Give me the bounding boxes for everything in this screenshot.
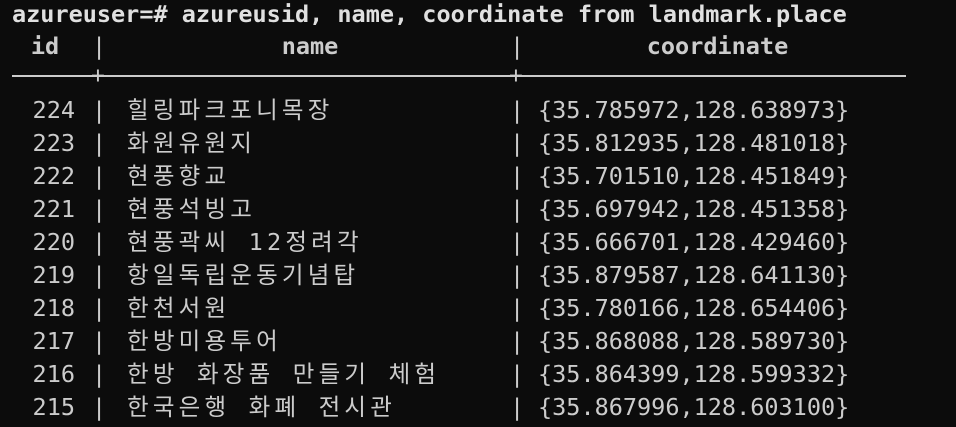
row-id: 215 — [32, 393, 75, 421]
header-row: id | name | coordinate — [0, 30, 956, 63]
row-name: 한천서원 — [127, 294, 231, 322]
row-name: 화원유원지 — [127, 129, 257, 157]
column-separator: | — [510, 32, 525, 60]
row-name: 한국은행 화폐 전시관 — [127, 393, 397, 421]
row-coordinate: {35.785972,128.638973} — [538, 96, 850, 124]
column-separator: | — [510, 228, 525, 256]
column-separator: | — [510, 360, 525, 388]
row-id: 216 — [32, 360, 75, 388]
column-separator: | — [510, 162, 525, 190]
column-separator: | — [510, 96, 525, 124]
table-row: 224 | 힐링파크포니목장 | {35.785972,128.638973} — [0, 94, 956, 127]
row-coordinate: {35.701510,128.451849} — [538, 162, 850, 190]
column-separator: | — [510, 129, 525, 157]
rule-cross: + — [91, 63, 105, 89]
row-name: 현풍석빙고 — [127, 195, 257, 223]
command-line: azureuser=# azureusid, name, coordinate … — [0, 0, 956, 33]
row-name: 현풍향교 — [127, 162, 231, 190]
row-coordinate: {35.812935,128.481018} — [538, 129, 850, 157]
row-name: 한방 화장품 만들기 체험 — [127, 360, 441, 388]
header-coordinate: coordinate — [646, 32, 789, 60]
row-coordinate: {35.780166,128.654406} — [538, 294, 850, 322]
column-separator: | — [92, 261, 107, 289]
row-id: 218 — [32, 294, 75, 322]
column-separator: | — [92, 360, 107, 388]
column-separator: | — [92, 294, 107, 322]
column-separator: | — [510, 294, 525, 322]
table-row: 218 | 한천서원 | {35.780166,128.654406} — [0, 292, 956, 325]
row-coordinate: {35.867996,128.603100} — [538, 393, 850, 421]
command-text: azureuser=# azureusid, name, coordinate … — [12, 0, 847, 28]
row-name: 한방미용투어 — [127, 327, 282, 355]
table-row: 215 | 한국은행 화폐 전시관 | {35.867996,128.603100} — [0, 391, 956, 424]
rule-cross: + — [509, 63, 523, 89]
column-separator: | — [92, 129, 107, 157]
column-separator: | — [92, 228, 107, 256]
column-separator: | — [510, 327, 525, 355]
row-id: 222 — [32, 162, 75, 190]
row-name: 현풍곽씨 12정려각 — [127, 228, 363, 256]
table-row: 219 | 항일독립운동기념탑 | {35.879587,128.641130} — [0, 259, 956, 292]
row-coordinate: {35.697942,128.451358} — [538, 195, 850, 223]
column-separator: | — [510, 195, 525, 223]
row-coordinate: {35.666701,128.429460} — [538, 228, 850, 256]
column-separator: | — [92, 162, 107, 190]
column-separator: | — [92, 32, 107, 60]
header-id: id — [30, 32, 60, 60]
table-row: 222 | 현풍향교 | {35.701510,128.451849} — [0, 160, 956, 193]
table-row: 217 | 한방미용투어 | {35.868088,128.589730} — [0, 325, 956, 358]
table-row: 216 | 한방 화장품 만들기 체험 | {35.864399,128.599332} — [0, 358, 956, 391]
row-coordinate: {35.868088,128.589730} — [538, 327, 850, 355]
row-name: 항일독립운동기념탑 — [127, 261, 360, 289]
column-separator: | — [92, 393, 107, 421]
row-id: 220 — [32, 228, 75, 256]
terminal-window[interactable]: azureuser=# azureusid, name, coordinate … — [0, 0, 956, 427]
row-name: 힐링파크포니목장 — [127, 96, 334, 124]
column-separator: | — [92, 195, 107, 223]
table-row: 223 | 화원유원지 | {35.812935,128.481018} — [0, 127, 956, 160]
column-separator: | — [92, 96, 107, 124]
table-row: 221 | 현풍석빙고 | {35.697942,128.451358} — [0, 193, 956, 226]
row-id: 224 — [32, 96, 75, 124]
rule-dash-line — [12, 75, 906, 77]
row-id: 219 — [32, 261, 75, 289]
column-separator: | — [510, 261, 525, 289]
row-id: 221 — [32, 195, 75, 223]
column-separator: | — [92, 327, 107, 355]
row-id: 217 — [32, 327, 75, 355]
row-coordinate: {35.864399,128.599332} — [538, 360, 850, 388]
column-separator: | — [510, 393, 525, 421]
header-name: name — [281, 32, 339, 60]
row-coordinate: {35.879587,128.641130} — [538, 261, 850, 289]
row-id: 223 — [32, 129, 75, 157]
table-row: 220 | 현풍곽씨 12정려각 | {35.666701,128.429460} — [0, 226, 956, 259]
